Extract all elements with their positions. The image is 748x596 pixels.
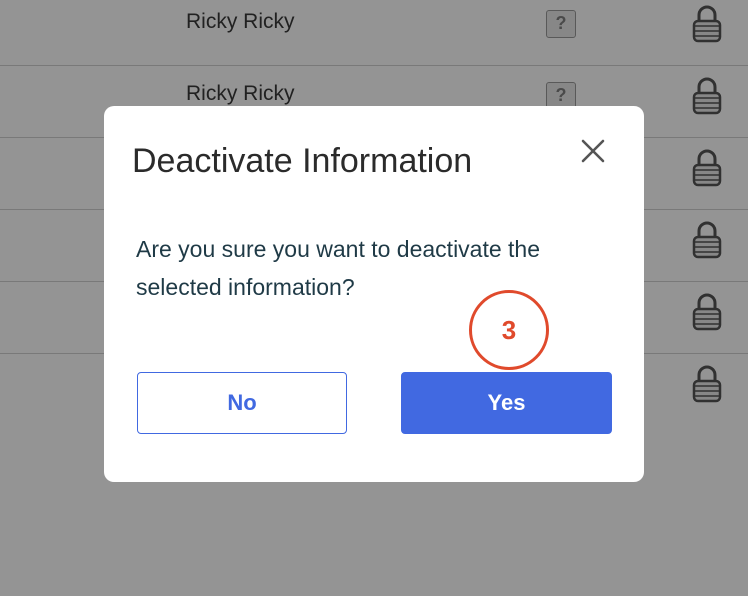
no-button[interactable]: No xyxy=(137,372,347,434)
close-button[interactable] xyxy=(578,136,608,166)
close-icon xyxy=(581,139,605,163)
deactivate-dialog: Deactivate Information Are you sure you … xyxy=(104,106,644,482)
dialog-message: Are you sure you want to deactivate the … xyxy=(136,236,541,300)
step-marker: 3 xyxy=(469,290,549,370)
yes-button[interactable]: Yes xyxy=(401,372,612,434)
dialog-title: Deactivate Information xyxy=(132,142,473,180)
